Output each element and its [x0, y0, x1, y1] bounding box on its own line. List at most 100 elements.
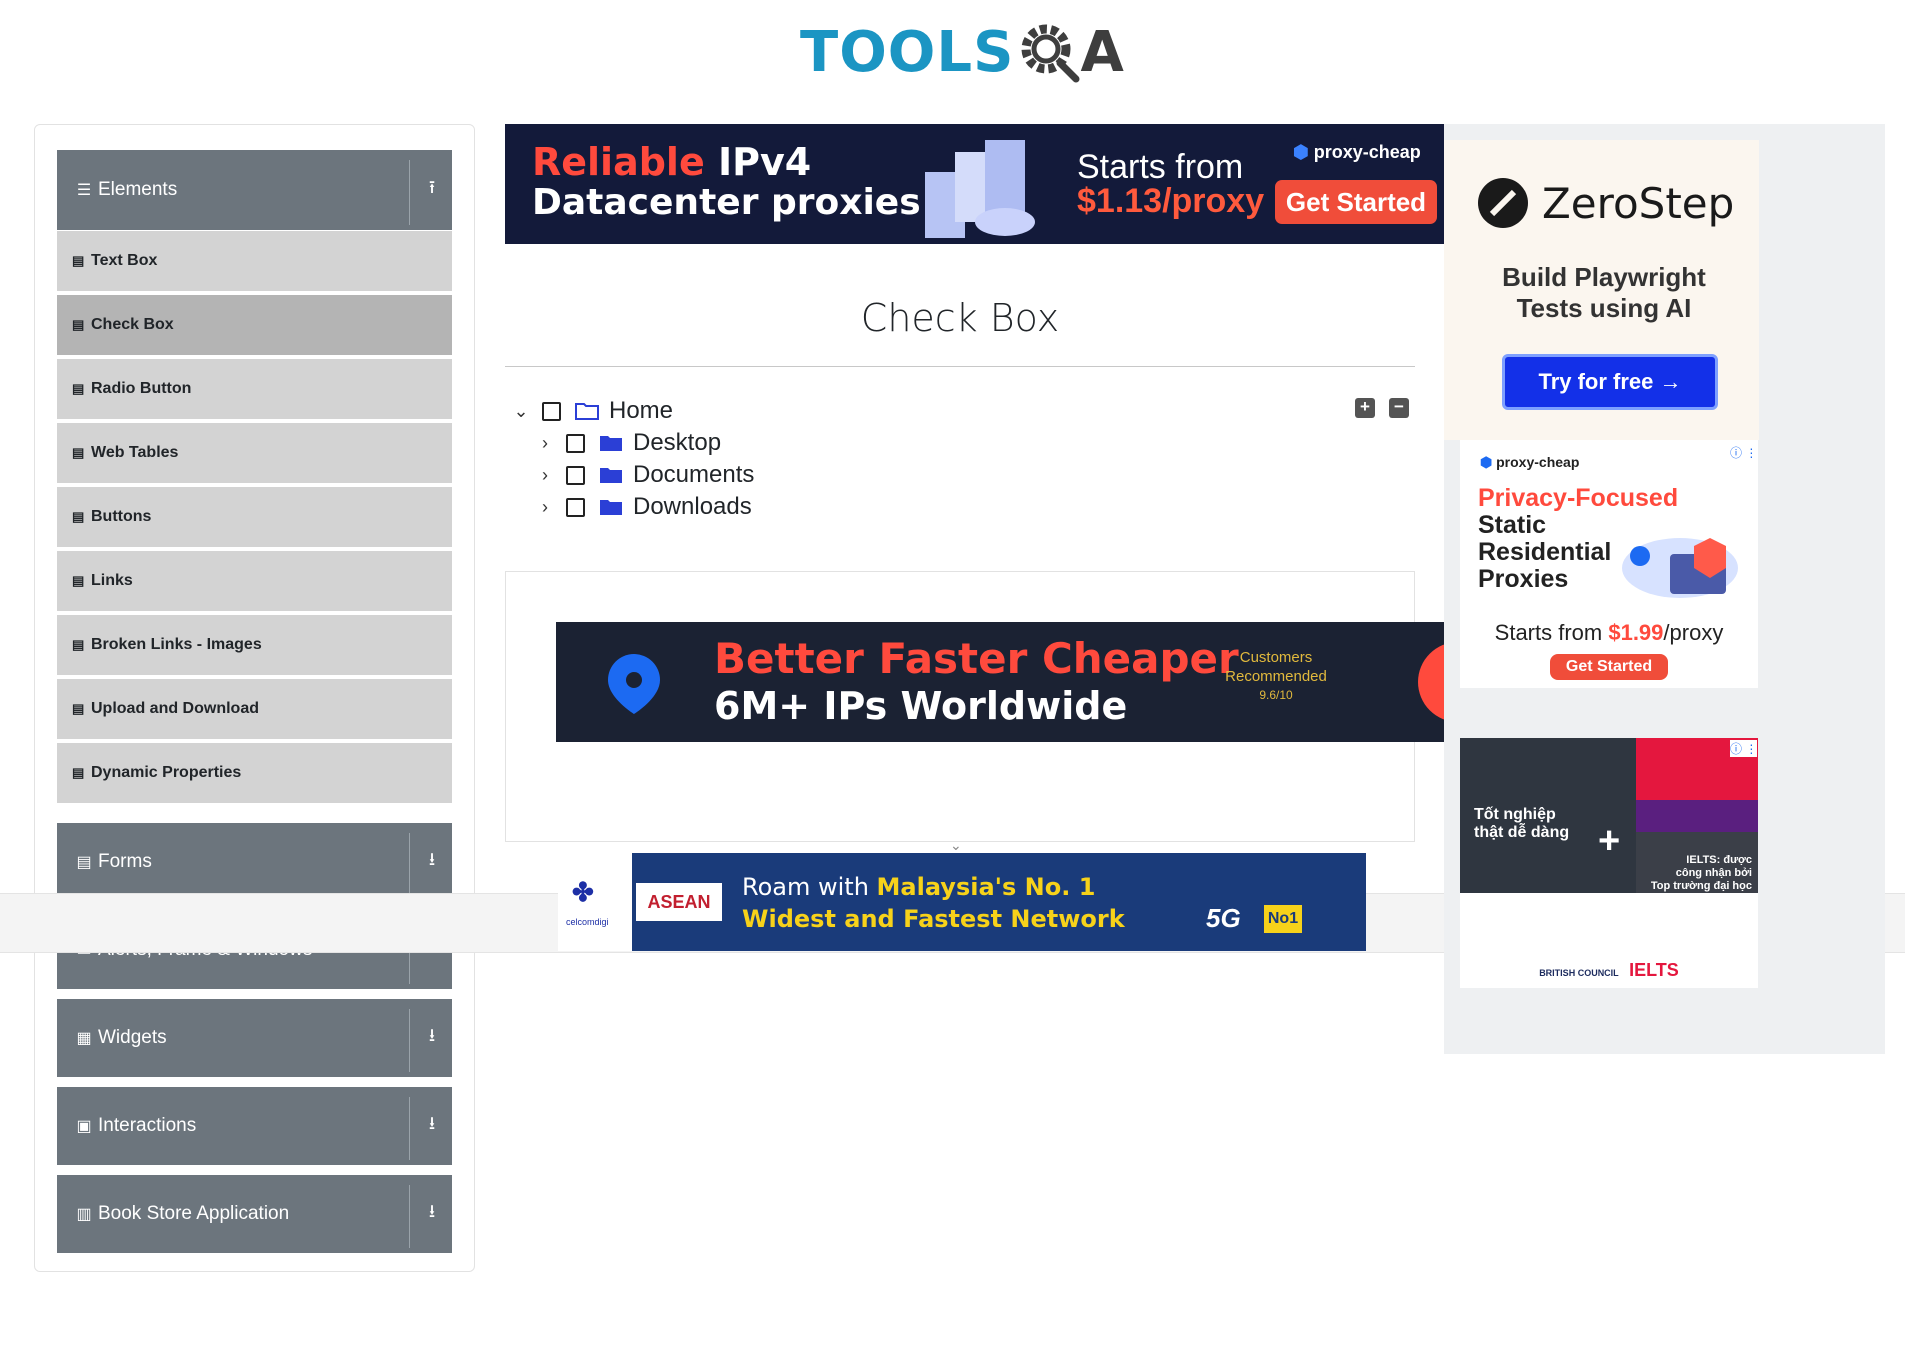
menu-item-radio-button[interactable]: ▤ Radio Button — [57, 359, 452, 421]
expand-all-button[interactable]: + — [1355, 398, 1375, 418]
adchoices-icon[interactable]: ⓘ ⋮ — [1730, 444, 1757, 461]
ad-text-left: Tốt nghiệp thật dễ dàng — [1474, 806, 1570, 841]
expand-arrow-icon[interactable]: ⭳ — [421, 1199, 443, 1229]
ad-headline: Privacy-Focused — [1478, 484, 1679, 512]
group-header-widgets[interactable]: ▦ Widgets ⭳ — [57, 999, 452, 1077]
gear-search-icon — [1021, 24, 1080, 83]
expand-arrow-icon[interactable]: ⭳ — [421, 1023, 443, 1053]
ad-subline: Datacenter proxies — [532, 182, 921, 223]
menu-item-label: Broken Links - Images — [91, 636, 262, 653]
chevron-right-icon[interactable]: › — [536, 465, 554, 486]
ad-headline: Roam with Malaysia's No. 1 — [742, 873, 1096, 901]
tree-node-label: Downloads — [633, 493, 752, 520]
item-icon: ▤ — [72, 637, 85, 652]
ielts-logo: IELTS — [1629, 960, 1679, 980]
asean-logo: ASEAN — [636, 883, 722, 921]
celcomdigi-logo: ✤ celcomdigi — [558, 853, 632, 951]
group-label: Forms — [98, 851, 152, 872]
chevron-right-icon[interactable]: › — [536, 433, 554, 454]
ad-price-line: Starts from $1.99/proxy — [1494, 620, 1724, 645]
ad-brand: ⬢ proxy-cheap — [1480, 454, 1580, 470]
menu-item-upload-download[interactable]: ▤ Upload and Download — [57, 679, 452, 741]
tree-node-downloads[interactable]: › Downloads — [536, 492, 752, 522]
item-icon: ▤ — [72, 317, 85, 332]
ad-5g-tag: 5G — [1206, 903, 1241, 933]
ad-badge: Customers Recommended 9.6/10 — [1225, 649, 1327, 702]
menu-item-web-tables[interactable]: ▤ Web Tables — [57, 423, 452, 485]
try-free-button[interactable]: Try for free → — [1502, 354, 1718, 410]
menu-item-dynamic-properties[interactable]: ▤ Dynamic Properties — [57, 743, 452, 805]
menu-item-label: Upload and Download — [91, 700, 259, 717]
ad-zerostep[interactable]: ZeroStep Build Playwright Tests using AI… — [1444, 140, 1759, 440]
menu-item-check-box[interactable]: ▤ Check Box — [57, 295, 452, 357]
left-panel: ☰ Elements ⭱ ▤ Text Box ▤ Check Box ▤ Radio… — [34, 124, 475, 1272]
expand-arrow-icon[interactable]: ⭳ — [421, 1111, 443, 1141]
chevron-right-icon[interactable]: › — [536, 497, 554, 518]
group-header-interactions[interactable]: ▣ Interactions ⭳ — [57, 1087, 452, 1165]
tree-node-desktop[interactable]: › Desktop — [536, 428, 721, 458]
collapse-all-button[interactable]: − — [1389, 398, 1409, 418]
ad-ielts[interactable]: Tốt nghiệp thật dễ dàng + IELTS: được công… — [1460, 738, 1758, 988]
ad-cta-button[interactable]: Get Started — [1550, 654, 1668, 680]
group-label: Interactions — [98, 1115, 197, 1136]
widgets-icon: ▦ — [76, 1030, 92, 1047]
title-divider — [505, 366, 1415, 367]
folder-open-icon — [575, 403, 599, 420]
divider — [409, 833, 410, 896]
menu-item-buttons[interactable]: ▤ Buttons — [57, 487, 452, 549]
tree-node-label: Documents — [633, 461, 755, 488]
menu-item-label: Dynamic Properties — [91, 764, 242, 781]
tree-node-home[interactable]: ⌄ Home — [512, 396, 673, 426]
ad-purple-block — [1636, 800, 1758, 832]
interaction-icon: ▣ — [76, 1118, 92, 1135]
item-icon: ▤ — [72, 253, 85, 268]
collapse-arrow-icon[interactable]: ⭱ — [421, 175, 443, 205]
toolsqa-logo[interactable]: TOOLS A — [800, 12, 1125, 92]
expand-arrow-icon[interactable]: ⭳ — [421, 847, 443, 877]
ad-subline: 6M+ IPs Worldwide — [714, 684, 1128, 728]
checkbox[interactable] — [566, 465, 585, 485]
ad-banner-top[interactable]: Reliable IPv4 Datacenter proxies Starts … — [505, 124, 1445, 244]
plus-icon: + — [1598, 820, 1621, 862]
menu-item-label: Buttons — [91, 508, 152, 525]
item-icon: ▤ — [72, 509, 85, 524]
menu-item-label: Web Tables — [91, 444, 179, 461]
checkbox[interactable] — [566, 433, 585, 453]
ad-banner-bottom[interactable]: ✤ celcomdigi ASEAN Roam with Malaysia's … — [558, 853, 1366, 951]
item-icon: ▤ — [72, 701, 85, 716]
zerostep-logo-icon — [1478, 178, 1528, 228]
chevron-down-icon[interactable]: ⌄ — [512, 401, 530, 422]
ad-price: $1.13/proxy — [1077, 182, 1265, 220]
menu-item-broken-links[interactable]: ▤ Broken Links - Images — [57, 615, 452, 677]
menu-item-label: Links — [91, 572, 133, 589]
menu-item-links[interactable]: ▤ Links — [57, 551, 452, 613]
logo-text-a: A — [1080, 19, 1124, 85]
ad-banner-middle[interactable]: Better Faster Cheaper 6M+ IPs Worldwide … — [556, 622, 1446, 742]
group-label: Book Store Application — [98, 1203, 290, 1224]
hamburger-icon: ☰ — [76, 182, 92, 199]
menu-item-text-box[interactable]: ▤ Text Box — [57, 231, 452, 293]
group-label: Widgets — [98, 1027, 167, 1048]
ad-circle-button[interactable] — [1418, 642, 1446, 722]
group-header-bookstore[interactable]: ▥ Book Store Application ⭳ — [57, 1175, 452, 1253]
ad-proxy-cheap[interactable]: ⬢ proxy-cheap ⓘ ⋮ Privacy-Focused Static… — [1460, 440, 1758, 688]
chevron-down-icon[interactable]: ⌄ — [950, 837, 962, 854]
tree-node-label: Desktop — [633, 429, 722, 456]
ad-cta-button[interactable]: Get Started — [1275, 180, 1437, 224]
group-header-elements[interactable]: ☰ Elements ⭱ — [57, 150, 452, 230]
tree-node-label: Home — [609, 397, 674, 424]
item-icon: ▤ — [72, 381, 85, 396]
ad-headline: Better Faster Cheaper — [714, 634, 1239, 683]
zerostep-brand: ZeroStep — [1476, 176, 1734, 230]
ielts-footer: BRITISH COUNCIL IELTS — [1460, 952, 1758, 988]
folder-icon — [600, 468, 622, 483]
adchoices-icon[interactable]: ⓘ ⋮ — [1730, 740, 1758, 757]
ad-text-right: IELTS: được công nhận bởi Top trường đại h… — [1650, 854, 1752, 892]
group-header-forms[interactable]: ▤ Forms ⭳ — [57, 823, 452, 901]
checkbox[interactable] — [566, 497, 585, 517]
tree-node-documents[interactable]: › Documents — [536, 460, 754, 490]
item-icon: ▤ — [72, 573, 85, 588]
logo-text-tools: TOOLS — [800, 19, 1015, 85]
menu-item-label: Radio Button — [91, 380, 192, 397]
checkbox[interactable] — [542, 401, 561, 421]
